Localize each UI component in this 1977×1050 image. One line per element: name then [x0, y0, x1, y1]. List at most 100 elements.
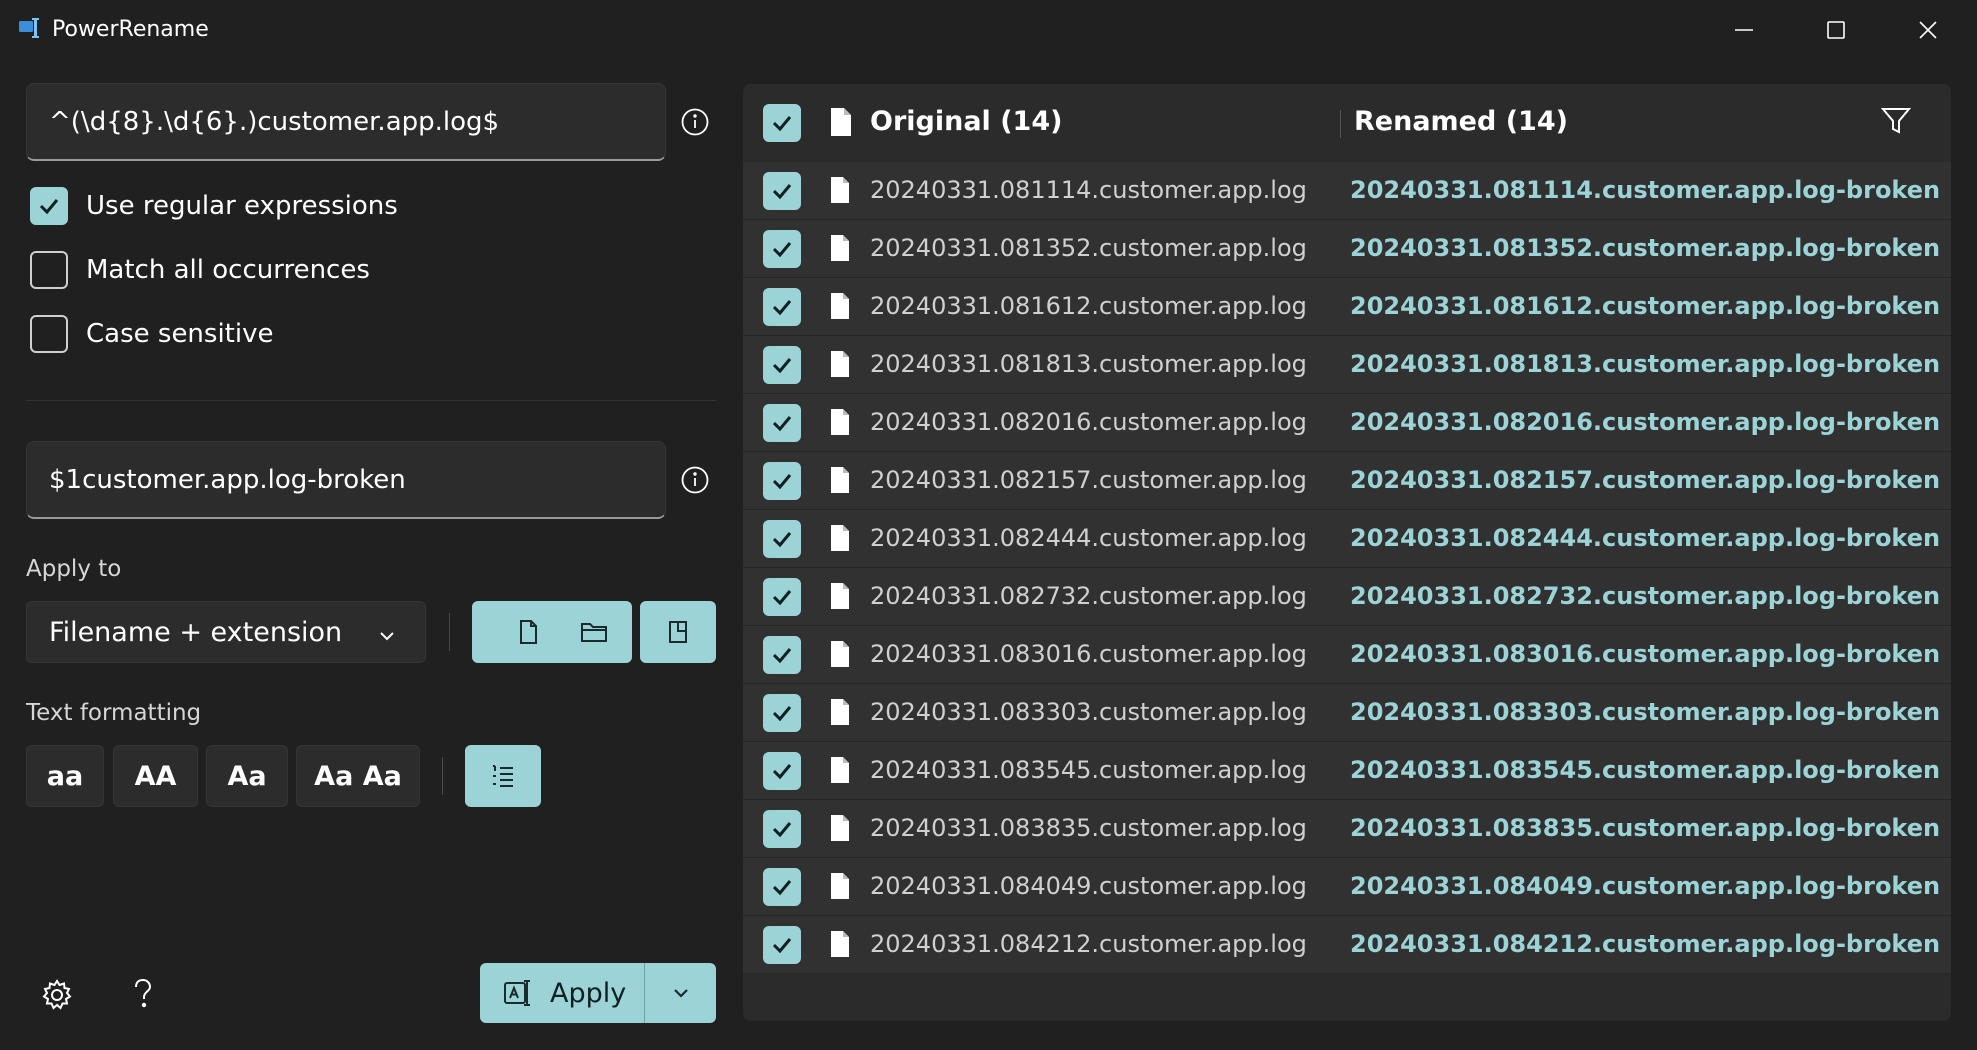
row-checkbox[interactable]: [763, 404, 801, 442]
original-filename: 20240331.081612.customer.app.log: [870, 292, 1307, 320]
titlecase-button[interactable]: Aa: [206, 745, 288, 807]
file-icon: [829, 176, 851, 208]
file-row[interactable]: 20240331.083016.customer.app.log 20240331…: [743, 626, 1951, 684]
enumerate-items-button[interactable]: [465, 745, 541, 807]
original-filename: 20240331.084049.customer.app.log: [870, 872, 1307, 900]
file-icon: [829, 350, 851, 382]
row-checkbox[interactable]: [763, 636, 801, 674]
row-checkbox[interactable]: [763, 578, 801, 616]
original-filename: 20240331.083303.customer.app.log: [870, 698, 1307, 726]
checkmark-icon: [772, 116, 792, 132]
lowercase-button[interactable]: aa: [26, 745, 104, 807]
checkmark-icon: [772, 880, 792, 896]
section-divider: [26, 400, 716, 401]
original-filename: 20240331.082732.customer.app.log: [870, 582, 1307, 610]
renamed-filename: 20240331.082732.customer.app.log-broken: [1350, 582, 1941, 610]
settings-button[interactable]: [40, 978, 74, 1016]
checkmark-icon: [39, 199, 59, 215]
file-row[interactable]: 20240331.081813.customer.app.log 20240331…: [743, 336, 1951, 394]
row-checkbox[interactable]: [763, 346, 801, 384]
checkmark-icon: [772, 590, 792, 606]
file-icon: [829, 234, 851, 266]
option-use-regex[interactable]: Use regular expressions: [30, 186, 398, 226]
file-row[interactable]: 20240331.081352.customer.app.log 20240331…: [743, 220, 1951, 278]
row-checkbox[interactable]: [763, 810, 801, 848]
row-checkbox[interactable]: [763, 230, 801, 268]
checkmark-icon: [772, 532, 792, 548]
renamed-filename: 20240331.083545.customer.app.log-broken: [1350, 756, 1941, 784]
match-all-label: Match all occurrences: [86, 255, 370, 285]
file-icon: [829, 408, 851, 440]
checkmark-icon: [772, 764, 792, 780]
checkmark-icon: [772, 358, 792, 374]
checkmark-icon: [772, 416, 792, 432]
apply-split-button[interactable]: Apply: [480, 963, 716, 1023]
row-checkbox[interactable]: [763, 694, 801, 732]
file-icon: [829, 292, 851, 324]
search-info-icon[interactable]: [680, 107, 710, 137]
include-folders-button[interactable]: [556, 601, 632, 663]
select-all-checkbox[interactable]: [763, 104, 801, 142]
uppercase-button[interactable]: AA: [113, 745, 198, 807]
original-filename: 20240331.083016.customer.app.log: [870, 640, 1307, 668]
original-filename: 20240331.083545.customer.app.log: [870, 756, 1307, 784]
subfolder-icon: [669, 621, 687, 643]
original-filename: 20240331.082444.customer.app.log: [870, 524, 1307, 552]
replace-input[interactable]: $1customer.app.log-broken: [26, 441, 666, 519]
row-checkbox[interactable]: [763, 462, 801, 500]
row-checkbox[interactable]: [763, 288, 801, 326]
file-row[interactable]: 20240331.083303.customer.app.log 20240331…: [743, 684, 1951, 742]
search-input[interactable]: ^(\d{8}.\d{6}.)customer.app.log$: [26, 83, 666, 161]
file-row[interactable]: 20240331.082732.customer.app.log 20240331…: [743, 568, 1951, 626]
close-button[interactable]: [1882, 0, 1974, 60]
renamed-filename: 20240331.081612.customer.app.log-broken: [1350, 292, 1941, 320]
renamed-filename: 20240331.083303.customer.app.log-broken: [1350, 698, 1941, 726]
option-match-all[interactable]: Match all occurrences: [30, 250, 370, 290]
title-bar: PowerRename: [0, 0, 1977, 60]
file-icon: [829, 640, 851, 672]
row-checkbox[interactable]: [763, 752, 801, 790]
option-case-sensitive[interactable]: Case sensitive: [30, 314, 273, 354]
file-row[interactable]: 20240331.083545.customer.app.log 20240331…: [743, 742, 1951, 800]
powerrename-window: PowerRename ^(\d{8}.\d{6}.)customer.app.…: [0, 0, 1977, 1050]
file-row[interactable]: 20240331.081114.customer.app.log 20240331…: [743, 162, 1951, 220]
text-formatting-label: Text formatting: [26, 700, 202, 726]
row-checkbox[interactable]: [763, 172, 801, 210]
file-row[interactable]: 20240331.082444.customer.app.log 20240331…: [743, 510, 1951, 568]
file-row[interactable]: 20240331.082157.customer.app.log 20240331…: [743, 452, 1951, 510]
row-checkbox[interactable]: [763, 926, 801, 964]
file-icon: [829, 756, 851, 788]
checkmark-icon: [772, 822, 792, 838]
apply-to-selected: Filename + extension: [49, 616, 343, 648]
row-checkbox[interactable]: [763, 868, 801, 906]
apply-label: Apply: [550, 977, 627, 1009]
capitalize-words-button[interactable]: Aa Aa: [296, 745, 420, 807]
file-row[interactable]: 20240331.082016.customer.app.log 20240331…: [743, 394, 1951, 452]
renamed-filename: 20240331.082016.customer.app.log-broken: [1350, 408, 1941, 436]
maximize-button[interactable]: [1790, 0, 1882, 60]
match-all-checkbox[interactable]: [30, 251, 68, 289]
apply-options-dropdown[interactable]: [645, 983, 716, 1003]
file-icon: [829, 814, 851, 846]
close-icon: [1919, 21, 1937, 39]
replace-info-icon[interactable]: [680, 465, 710, 495]
renamed-filename: 20240331.084049.customer.app.log-broken: [1350, 872, 1941, 900]
filter-button[interactable]: [1879, 104, 1913, 142]
chevron-down-icon: [673, 989, 688, 998]
case-sensitive-checkbox[interactable]: [30, 315, 68, 353]
file-row[interactable]: 20240331.084049.customer.app.log 20240331…: [743, 858, 1951, 916]
file-row[interactable]: 20240331.084212.customer.app.log 20240331…: [743, 916, 1951, 974]
help-button[interactable]: [130, 976, 156, 1016]
minimize-button[interactable]: [1698, 0, 1790, 60]
include-subfolders-button[interactable]: [640, 601, 716, 663]
file-row[interactable]: 20240331.083835.customer.app.log 20240331…: [743, 800, 1951, 858]
renamed-filename: 20240331.081114.customer.app.log-broken: [1350, 176, 1941, 204]
file-row[interactable]: 20240331.081612.customer.app.log 20240331…: [743, 278, 1951, 336]
formatting-separator: [442, 757, 443, 795]
apply-button[interactable]: Apply: [480, 963, 645, 1023]
checkmark-icon: [772, 184, 792, 200]
powerrename-app-icon: [18, 16, 42, 40]
use-regex-checkbox[interactable]: [30, 187, 68, 225]
apply-to-dropdown[interactable]: Filename + extension: [26, 601, 426, 663]
row-checkbox[interactable]: [763, 520, 801, 558]
